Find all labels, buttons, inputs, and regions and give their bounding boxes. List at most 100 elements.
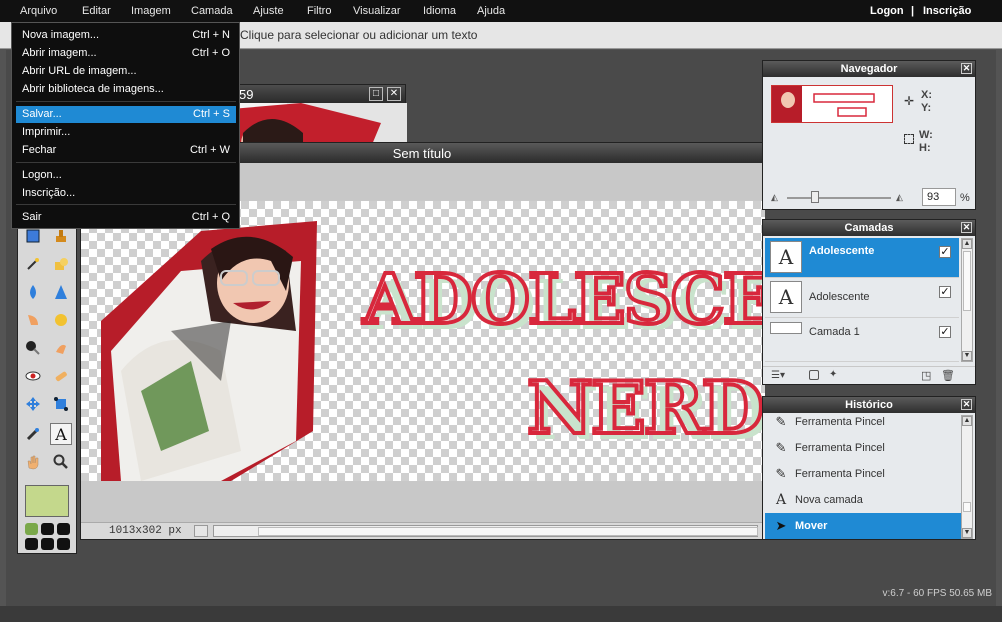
history-scrollbar[interactable]: ▲ ▼: [961, 415, 973, 539]
delete-layer-icon[interactable]: 🗑: [941, 369, 955, 382]
palette-swatch[interactable]: [41, 538, 54, 550]
red-eye-tool-icon[interactable]: [22, 365, 44, 387]
layers-panel: Camadas ✕ A Adolescente ✓ A Adolescente …: [762, 219, 976, 385]
zoom-in-icon[interactable]: ◭: [896, 192, 903, 203]
scroll-thumb[interactable]: [963, 502, 971, 512]
shape-tool-icon[interactable]: [50, 253, 72, 275]
x-coord-label: X:: [921, 89, 932, 101]
menu-item-open-image[interactable]: Abrir imagem... Ctrl + O: [16, 45, 236, 62]
transform-tool-icon[interactable]: [50, 393, 72, 415]
scroll-thumb[interactable]: [258, 527, 758, 536]
menu-idioma[interactable]: Idioma: [423, 5, 456, 17]
image-canvas[interactable]: ADOLESCENTE ADOLESCENTE NERD NERD: [81, 201, 765, 481]
zoom-out-icon[interactable]: ◭: [771, 192, 778, 203]
blur-tool-icon[interactable]: [22, 281, 44, 303]
zoom-slider-track[interactable]: [787, 197, 891, 199]
sharpen-tool-icon[interactable]: [50, 281, 72, 303]
menu-imagem[interactable]: Imagem: [131, 5, 171, 17]
text-tool-hint: Clique para selecionar ou adicionar um t…: [240, 28, 478, 42]
layer-visibility-checkbox[interactable]: ✓: [939, 286, 951, 298]
primary-color-swatch[interactable]: [25, 485, 69, 517]
scroll-up-arrow[interactable]: ▲: [962, 416, 972, 426]
scroll-left-arrow[interactable]: [194, 525, 208, 537]
palette-swatch[interactable]: [25, 523, 38, 535]
maximize-button[interactable]: □: [369, 87, 383, 101]
toolbox: A: [17, 218, 77, 554]
layer-styles-icon[interactable]: ✦: [829, 369, 837, 380]
close-button[interactable]: ✕: [387, 87, 401, 101]
new-layer-icon[interactable]: ◳: [921, 369, 931, 382]
navigator-thumbnail[interactable]: [771, 85, 893, 123]
menu-camada[interactable]: Camada: [191, 5, 233, 17]
layer-visibility-checkbox[interactable]: ✓: [939, 326, 951, 338]
document-status-bar: 1013x302 px: [81, 522, 765, 539]
layer-row[interactable]: A Adolescente ✓: [765, 238, 959, 278]
menu-item-open-library[interactable]: Abrir biblioteca de imagens...: [16, 81, 236, 98]
burn-tool-icon[interactable]: [50, 337, 72, 359]
layer-row[interactable]: A Adolescente ✓: [765, 278, 959, 318]
menu-ajuda[interactable]: Ajuda: [477, 5, 505, 17]
palette-swatch[interactable]: [57, 538, 70, 550]
menu-item-save[interactable]: Salvar... Ctrl + S: [16, 106, 236, 123]
menu-item-logon[interactable]: Logon...: [16, 167, 236, 184]
menu-item-open-url[interactable]: Abrir URL de imagem...: [16, 63, 236, 80]
hand-tool-icon[interactable]: [22, 451, 44, 473]
canvas-text-line2: NERD: [527, 365, 762, 450]
history-item[interactable]: ➤ Mover: [765, 513, 961, 539]
history-item[interactable]: A Nova camada: [765, 487, 961, 513]
layer-row[interactable]: Camada 1 ✓: [765, 318, 959, 362]
zoom-tool-icon[interactable]: [50, 451, 72, 473]
horizontal-scrollbar[interactable]: [194, 525, 758, 537]
bandage-tool-icon[interactable]: [50, 365, 72, 387]
layers-close-icon[interactable]: ✕: [961, 222, 972, 233]
menu-item-signup[interactable]: Inscrição...: [16, 185, 236, 202]
scroll-down-arrow[interactable]: ▼: [962, 528, 972, 538]
eyedropper-tool-icon[interactable]: [22, 423, 44, 445]
menu-ajuste[interactable]: Ajuste: [253, 5, 284, 17]
menu-arquivo[interactable]: Arquivo: [20, 5, 57, 17]
palette-swatch[interactable]: [25, 538, 38, 550]
smudge-tool-icon[interactable]: [22, 309, 44, 331]
scroll-up-arrow[interactable]: ▲: [962, 239, 972, 249]
menu-editar[interactable]: Editar: [82, 5, 111, 17]
zoom-slider-thumb[interactable]: [811, 191, 819, 203]
history-item[interactable]: ✎ Ferramenta Pincel: [765, 409, 961, 435]
layers-title: Camadas: [844, 222, 894, 234]
menu-visualizar[interactable]: Visualizar: [353, 5, 401, 17]
layer-mask-icon[interactable]: [809, 370, 819, 380]
selection-size-icon: [904, 134, 914, 144]
navigator-close-icon[interactable]: ✕: [961, 63, 972, 74]
text-tool-icon[interactable]: A: [50, 423, 72, 445]
layer-name: Camada 1: [809, 326, 860, 338]
history-item[interactable]: ✎ Ferramenta Pincel: [765, 461, 961, 487]
palette-swatch[interactable]: [57, 523, 70, 535]
dodge-tool-icon[interactable]: [22, 337, 44, 359]
palette-swatch[interactable]: [41, 523, 54, 535]
history-close-icon[interactable]: ✕: [961, 399, 972, 410]
zoom-unit: %: [960, 192, 970, 204]
menu-item-quit[interactable]: Sair Ctrl + Q: [16, 209, 236, 226]
menu-item-new-image[interactable]: Nova imagem... Ctrl + N: [16, 27, 236, 44]
layers-scrollbar[interactable]: ▲ ▼: [961, 238, 973, 362]
history-item[interactable]: ✎ Ferramenta Pincel: [765, 435, 961, 461]
signup-link[interactable]: Inscrição: [923, 5, 971, 17]
zoom-input[interactable]: 93: [922, 188, 956, 206]
scroll-thumb[interactable]: [963, 251, 971, 311]
account-separator: |: [911, 5, 915, 17]
image-dimensions: 1013x302 px: [109, 525, 182, 537]
scroll-down-arrow[interactable]: ▼: [962, 351, 972, 361]
brush-icon: ✎: [775, 440, 787, 455]
sponge-tool-icon[interactable]: [50, 309, 72, 331]
menu-filtro[interactable]: Filtro: [307, 5, 331, 17]
menu-item-print[interactable]: Imprimir...: [16, 124, 236, 141]
height-label: H:: [919, 142, 931, 154]
move-tool-icon[interactable]: [22, 393, 44, 415]
layer-visibility-checkbox[interactable]: ✓: [939, 246, 951, 258]
magic-wand-tool-icon[interactable]: [22, 253, 44, 275]
version-info: v:6.7 - 60 FPS 50.65 MB: [882, 588, 993, 599]
text-layer-icon: A: [775, 492, 787, 508]
logon-link[interactable]: Logon: [870, 5, 904, 17]
menu-item-close[interactable]: Fechar Ctrl + W: [16, 142, 236, 159]
layer-options-icon[interactable]: ☰▾: [771, 370, 785, 381]
menu-separator: [16, 204, 236, 205]
